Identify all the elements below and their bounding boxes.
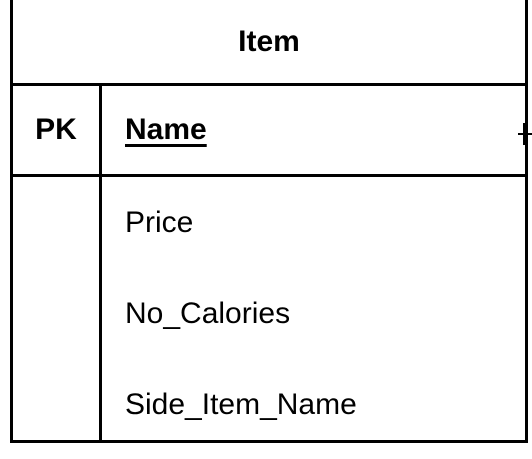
entity-item-box: Item PK Name Price No_Calories Side_Item…: [10, 0, 528, 443]
primary-key-row: PK Name: [13, 86, 525, 177]
attribute-list: Price No_Calories Side_Item_Name: [125, 177, 515, 450]
key-column-divider: [99, 86, 102, 440]
attribute-side-item-name: Side_Item_Name: [125, 387, 357, 421]
relationship-connector: [518, 123, 532, 145]
attribute-no-calories: No_Calories: [125, 296, 291, 330]
attribute-price: Price: [125, 205, 194, 239]
primary-key-label: PK: [35, 113, 77, 146]
entity-title: Item: [13, 0, 525, 86]
primary-key-attribute: Name: [125, 113, 207, 146]
